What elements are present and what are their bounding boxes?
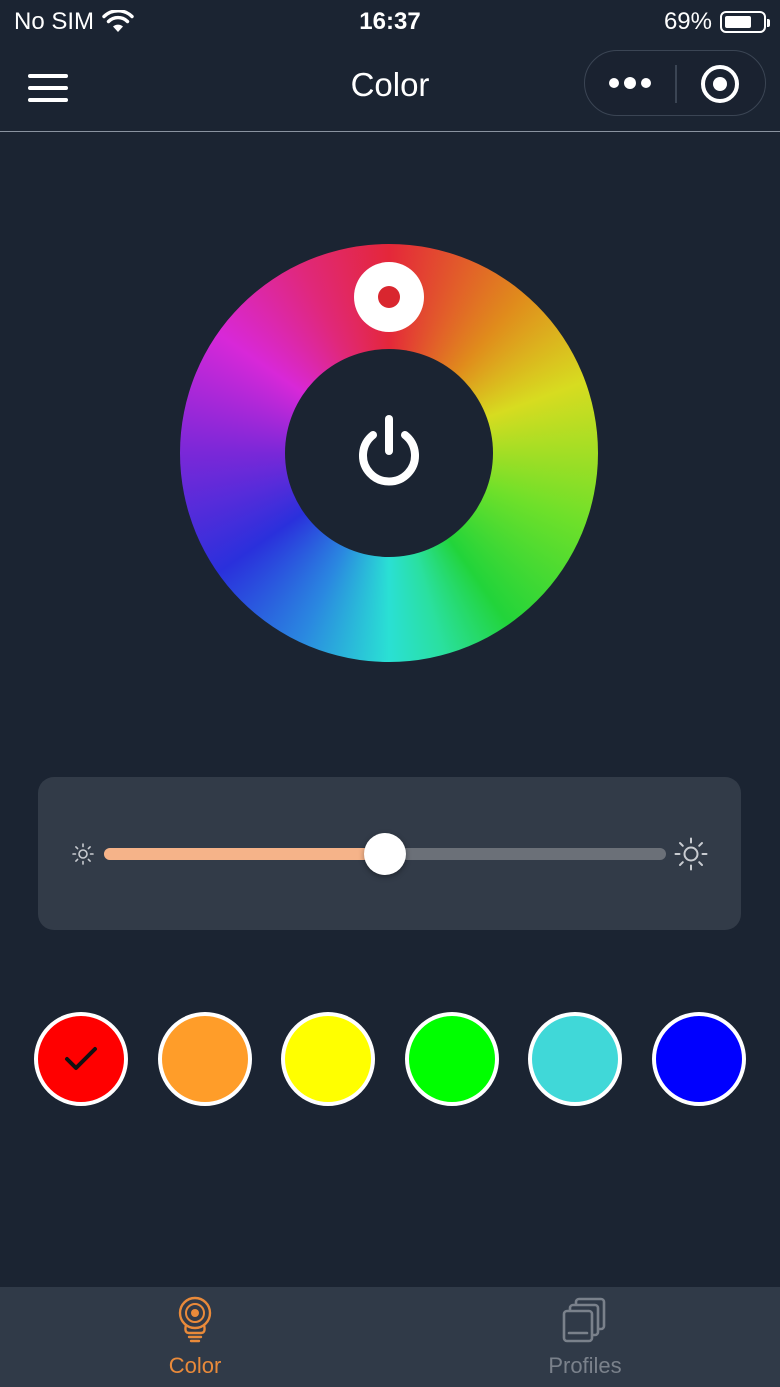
brightness-panel (38, 777, 741, 930)
status-right: 69% (663, 8, 770, 36)
battery-percent: 69% (663, 8, 712, 35)
swatch-yellow[interactable] (281, 1012, 375, 1106)
sun-large-icon (674, 837, 708, 871)
tab-profiles[interactable]: Profiles (390, 1287, 780, 1387)
mini-program-capsule (584, 50, 766, 116)
swatch-green[interactable] (405, 1012, 499, 1106)
color-wheel-container (180, 244, 598, 662)
brightness-slider[interactable] (104, 833, 666, 875)
app-screen: No SIM 16:37 69% Color Color Profiles (0, 0, 780, 1387)
tab-profiles-label: Profiles (548, 1353, 622, 1378)
tab-color[interactable]: Color (0, 1287, 390, 1387)
tab-color-label: Color (168, 1353, 222, 1378)
battery-fill (725, 16, 752, 28)
power-icon[interactable] (349, 413, 429, 493)
color-picker-handle[interactable] (354, 262, 424, 332)
target-circle-icon[interactable] (701, 65, 739, 103)
sun-small-icon (72, 843, 94, 865)
color-presets (34, 1012, 746, 1106)
swatch-red[interactable] (34, 1012, 128, 1106)
more-dots-icon[interactable] (585, 51, 675, 115)
battery-icon (720, 11, 770, 33)
brightness-slider-fill (104, 848, 385, 860)
wheel-center (285, 349, 493, 557)
swatch-blue[interactable] (652, 1012, 746, 1106)
battery-cap (767, 19, 770, 27)
tab-bar: Color Profiles (0, 1287, 780, 1387)
color-bulb-icon (178, 1296, 212, 1343)
checkmark-icon (65, 1047, 97, 1070)
capsule-divider (675, 65, 677, 103)
nav-bar: Color (0, 44, 780, 132)
swatch-cyan[interactable] (528, 1012, 622, 1106)
swatch-orange[interactable] (158, 1012, 252, 1106)
status-bar: No SIM 16:37 69% (0, 0, 780, 44)
profiles-stack-icon (562, 1297, 606, 1343)
brightness-slider-thumb[interactable] (364, 833, 406, 875)
